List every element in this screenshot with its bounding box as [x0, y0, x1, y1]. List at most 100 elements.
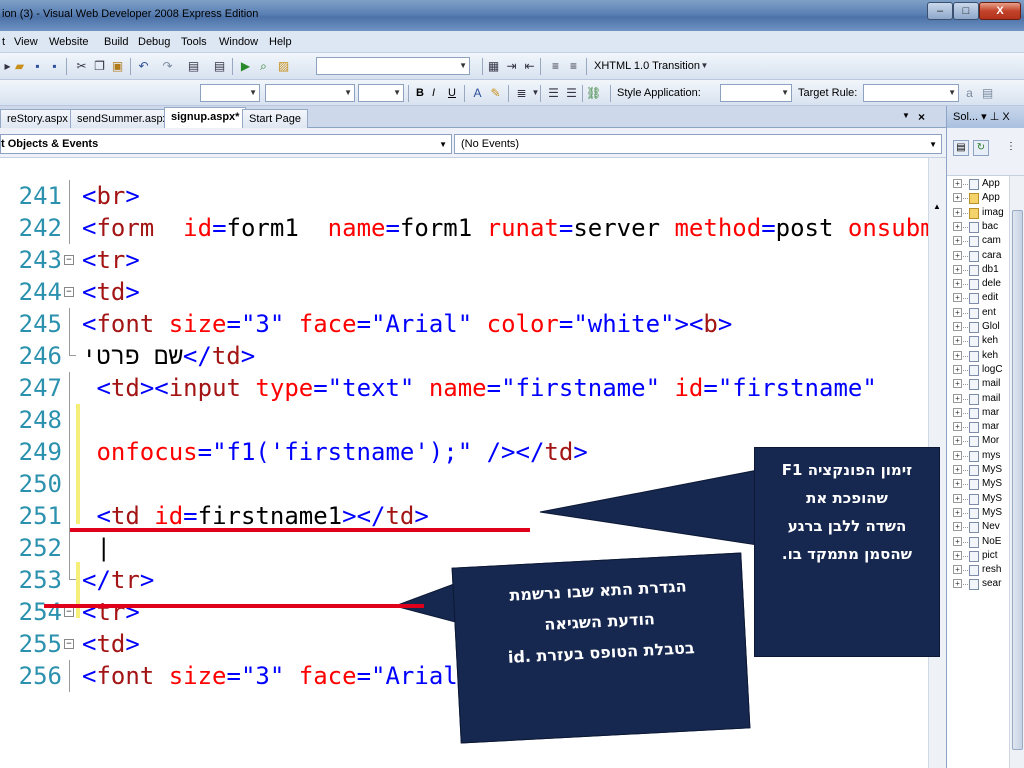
background-color-icon[interactable]: ✎	[488, 86, 503, 100]
italic-button[interactable]: I	[432, 87, 435, 99]
solution-icon[interactable]: ▨	[276, 59, 291, 73]
expand-icon[interactable]: +	[953, 179, 962, 188]
menu-debug[interactable]: Debug	[138, 36, 170, 48]
tree-item[interactable]: + keh	[947, 335, 1009, 349]
tree-item[interactable]: + db1	[947, 264, 1009, 278]
expand-icon[interactable]: +	[953, 550, 962, 560]
expand-icon[interactable]: +	[953, 536, 962, 546]
tab-restory[interactable]: reStory.aspx	[0, 109, 75, 128]
expand-icon[interactable]: +	[953, 507, 962, 517]
expand-icon[interactable]: +	[953, 350, 962, 360]
tab-signup[interactable]: signup.aspx*	[164, 107, 247, 129]
tree-item[interactable]: + mar	[947, 407, 1009, 421]
cut-icon[interactable]: ✂	[74, 59, 89, 73]
foreground-color-icon[interactable]: A	[470, 86, 485, 100]
open-folder-icon[interactable]: ▰	[12, 59, 27, 73]
tab-start-page[interactable]: Start Page	[242, 109, 308, 128]
events-combo[interactable]: (No Events) ▼	[454, 134, 942, 154]
new-style-icon[interactable]: ▤	[980, 86, 995, 100]
tree-item[interactable]: + mail	[947, 378, 1009, 392]
tree-item[interactable]: + mys	[947, 450, 1009, 464]
refresh-icon[interactable]: ↻	[973, 140, 989, 156]
block-format-combo[interactable]: ▼	[200, 84, 260, 102]
code-line[interactable]: 245 <font size="3" face="Arial" color="wh…	[0, 308, 946, 340]
copy-icon[interactable]: ❐	[92, 59, 107, 73]
code-line[interactable]: 246 שם פרטי</td>	[0, 340, 946, 372]
tree-item[interactable]: + MyS	[947, 464, 1009, 478]
tree-item[interactable]: + Mor	[947, 435, 1009, 449]
collapse-icon[interactable]: −	[64, 287, 74, 297]
expand-icon[interactable]: +	[953, 479, 962, 489]
find-combo[interactable]: ▼	[316, 57, 470, 75]
font-name-combo[interactable]: ▼	[265, 84, 355, 102]
tree-item[interactable]: + mail	[947, 393, 1009, 407]
menu-help[interactable]: Help	[269, 36, 292, 48]
menu-website[interactable]: Website	[49, 36, 89, 48]
scroll-up-icon[interactable]: ▲	[933, 202, 941, 211]
tree-item[interactable]: + dele	[947, 278, 1009, 292]
tree-item[interactable]: + logC	[947, 364, 1009, 378]
tree-item[interactable]: + edit	[947, 292, 1009, 306]
expand-icon[interactable]: +	[953, 393, 962, 403]
save-icon[interactable]: ▪	[30, 59, 45, 73]
format-icon[interactable]: ▦	[486, 59, 501, 73]
expand-icon[interactable]: +	[953, 436, 962, 446]
expand-icon[interactable]: +	[953, 307, 962, 317]
menu-build[interactable]: Build	[104, 36, 128, 48]
outdent-icon[interactable]: ⇤	[522, 59, 537, 73]
objects-combo[interactable]: t Objects & Events ▼	[0, 134, 452, 154]
expand-icon[interactable]: +	[953, 450, 962, 460]
expand-icon[interactable]: +	[953, 207, 962, 217]
doctype-dropdown-icon[interactable]: ▼	[697, 59, 712, 73]
tree-item[interactable]: + cam	[947, 235, 1009, 249]
expand-icon[interactable]: +	[953, 379, 962, 389]
menu-tools[interactable]: Tools	[181, 36, 207, 48]
collapse-icon[interactable]: −	[64, 255, 74, 265]
overflow-icon[interactable]: ⋮	[1003, 140, 1019, 156]
tree-item[interactable]: + keh	[947, 350, 1009, 364]
numbered-list-icon[interactable]: ☰	[546, 86, 561, 100]
tree-item[interactable]: + NoE	[947, 536, 1009, 550]
tree-item[interactable]: + sear	[947, 578, 1009, 592]
close-button[interactable]: X	[979, 2, 1021, 20]
expand-icon[interactable]: +	[953, 407, 962, 417]
tree-item[interactable]: + resh	[947, 564, 1009, 578]
publish-icon[interactable]: ▤	[212, 59, 227, 73]
expand-icon[interactable]: +	[953, 293, 962, 303]
find-icon[interactable]: ⌕	[256, 59, 271, 73]
properties-icon[interactable]: ▤	[953, 140, 969, 156]
expand-icon[interactable]: +	[953, 565, 962, 575]
menu-view[interactable]: View	[14, 36, 38, 48]
tree-item[interactable]: + cara	[947, 250, 1009, 264]
solution-scrollbar[interactable]	[1009, 176, 1024, 768]
tree-item[interactable]: + mar	[947, 421, 1009, 435]
collapse-icon[interactable]: −	[64, 607, 74, 617]
solution-explorer-title[interactable]: Sol... ▾ ⊥ X	[947, 106, 1024, 128]
redo-icon[interactable]: ↷	[160, 59, 175, 73]
collapse-icon[interactable]: −	[64, 639, 74, 649]
style-application-combo[interactable]: ▼	[720, 84, 792, 102]
tree-item[interactable]: + MyS	[947, 478, 1009, 492]
tab-sendsummer[interactable]: sendSummer.aspx	[70, 109, 176, 128]
paste-icon[interactable]: ▣	[110, 59, 125, 73]
apply-style-icon[interactable]: a	[962, 86, 977, 100]
code-line[interactable]: 243− <tr>	[0, 244, 946, 276]
tree-item[interactable]: + bac	[947, 221, 1009, 235]
add-item-icon[interactable]: ▤	[186, 59, 201, 73]
expand-icon[interactable]: +	[953, 236, 962, 246]
menu-window[interactable]: Window	[219, 36, 258, 48]
expand-icon[interactable]: +	[953, 322, 962, 331]
expand-icon[interactable]: +	[953, 422, 962, 432]
tree-item[interactable]: + Glol	[947, 321, 1009, 335]
code-line[interactable]: 244− <td>	[0, 276, 946, 308]
expand-icon[interactable]: +	[953, 364, 962, 374]
code-line[interactable]: 247 <td><input type="text" name="firstna…	[0, 372, 946, 404]
tree-item[interactable]: + App	[947, 178, 1009, 192]
tree-item[interactable]: + Nev	[947, 521, 1009, 535]
scrollbar-thumb[interactable]	[1012, 210, 1023, 750]
save-all-icon[interactable]: ▪	[47, 59, 62, 73]
tab-list-dropdown-icon[interactable]: ▼	[902, 111, 910, 120]
close-document-icon[interactable]: ×	[918, 110, 925, 124]
code-line[interactable]: 248	[0, 404, 946, 436]
tree-item[interactable]: + pict	[947, 550, 1009, 564]
